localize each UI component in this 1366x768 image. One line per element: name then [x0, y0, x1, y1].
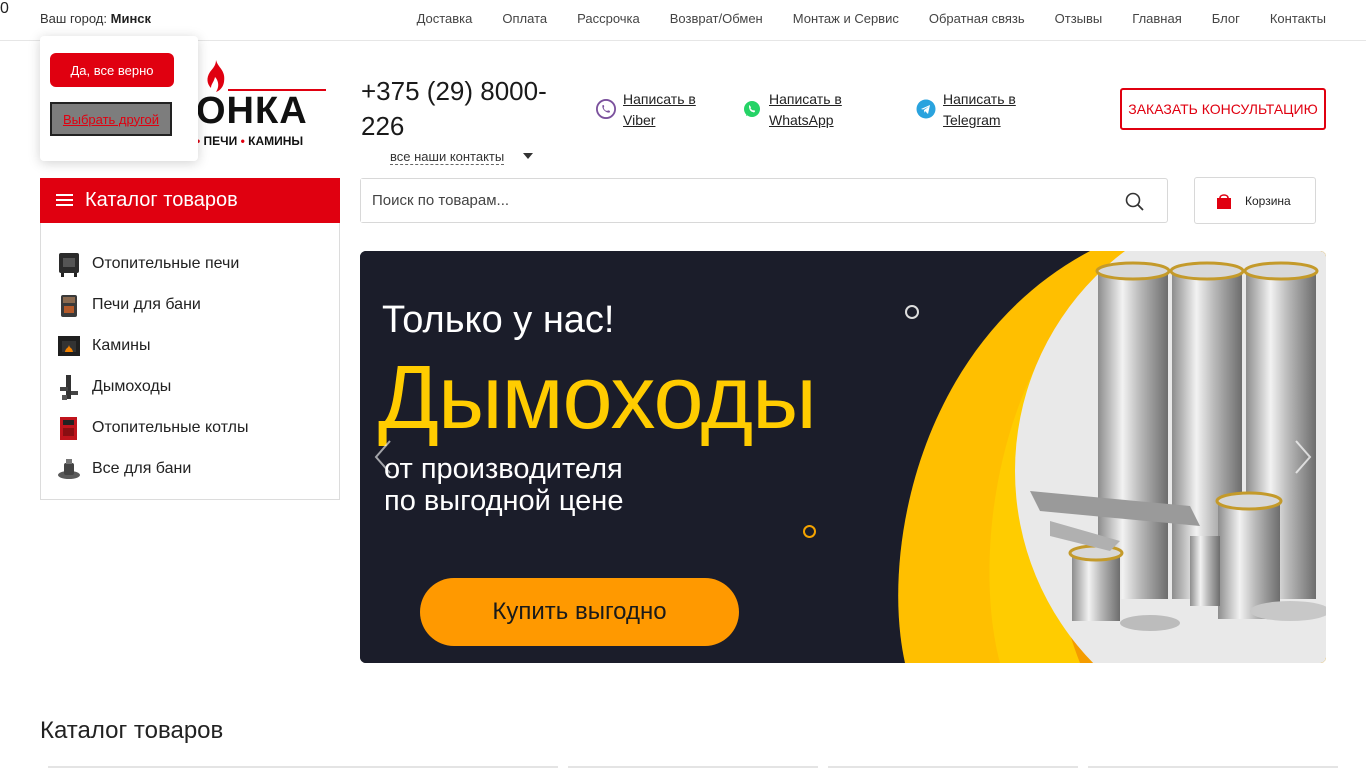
sauna-stove-icon: [56, 291, 82, 319]
menu-icon: [56, 194, 73, 207]
nav-delivery[interactable]: Доставка: [417, 11, 473, 26]
nav-payment[interactable]: Оплата: [502, 11, 547, 26]
catalog-item-boilers[interactable]: Отопительные котлы: [41, 407, 339, 448]
banner-tagline: Только у нас!: [382, 299, 615, 341]
chevron-right-icon[interactable]: [1290, 437, 1316, 477]
telegram-link[interactable]: Написать в Telegram: [916, 89, 1033, 131]
phone-number[interactable]: +375 (29) 8000-226: [361, 74, 561, 144]
site-logo[interactable]: ОНКА • ПЕЧИ • КАМИНЫ: [196, 60, 336, 150]
search-box: [360, 178, 1168, 223]
slider-dot[interactable]: [803, 525, 816, 538]
catalog-item-chimneys[interactable]: Дымоходы: [41, 366, 339, 407]
city-label: Ваш город:: [40, 11, 107, 26]
cart-button[interactable]: Корзина: [1194, 177, 1316, 224]
chimney-icon: [56, 373, 82, 401]
flame-icon: [207, 60, 225, 92]
catalog-item-label: Отопительные печи: [92, 254, 240, 272]
cart-label: Корзина: [1245, 193, 1291, 208]
catalog-item-fireplaces[interactable]: Камины: [41, 325, 339, 366]
nav-home[interactable]: Главная: [1132, 11, 1181, 26]
cart-icon: [1217, 193, 1231, 209]
nav-installation[interactable]: Монтаж и Сервис: [793, 11, 899, 26]
chevron-down-icon[interactable]: [523, 153, 533, 159]
catalog-item-sauna-goods[interactable]: Все для бани: [41, 448, 339, 489]
viber-label: Написать в Viber: [623, 91, 696, 128]
consultation-button[interactable]: ЗАКАЗАТЬ КОНСУЛЬТАЦИЮ: [1120, 88, 1326, 130]
logo-name: ОНКА: [196, 90, 308, 132]
slider-dot[interactable]: [905, 305, 919, 319]
telegram-label: Написать в Telegram: [943, 91, 1016, 128]
top-bar: Ваш город: Минск Доставка Оплата Рассроч…: [0, 0, 1366, 41]
buy-cta-button[interactable]: Купить выгодно: [420, 578, 739, 646]
promo-banner[interactable]: Только у нас! Дымоходы от производителя …: [360, 251, 1326, 663]
city-selector[interactable]: Ваш город: Минск: [40, 11, 151, 26]
fireplace-icon: [56, 332, 82, 360]
choose-other-city-button[interactable]: Выбрать другой: [50, 102, 172, 136]
top-nav: Доставка Оплата Рассрочка Возврат/Обмен …: [417, 11, 1326, 26]
nav-returns[interactable]: Возврат/Обмен: [670, 11, 763, 26]
catalog-item-sauna-stoves[interactable]: Печи для бани: [41, 284, 339, 325]
city-value[interactable]: Минск: [111, 11, 151, 26]
catalog-item-label: Печи для бани: [92, 295, 201, 313]
catalog-item-label: Камины: [92, 336, 151, 354]
nav-feedback[interactable]: Обратная связь: [929, 11, 1025, 26]
catalog-item-label: Отопительные котлы: [92, 418, 249, 436]
catalog-item-heating-stoves[interactable]: Отопительные печи: [41, 243, 339, 284]
whatsapp-link[interactable]: Написать в WhatsApp: [742, 89, 859, 131]
catalog-item-label: Все для бани: [92, 459, 192, 477]
stove-icon: [56, 250, 82, 278]
nav-blog[interactable]: Блог: [1212, 11, 1240, 26]
banner-title: Дымоходы: [378, 348, 817, 448]
chevron-left-icon[interactable]: [370, 437, 396, 477]
search-input[interactable]: [361, 179, 1101, 222]
catalog-title: Каталог товаров: [85, 189, 238, 211]
search-icon[interactable]: [1125, 192, 1145, 212]
viber-link[interactable]: Написать в Viber: [596, 89, 713, 131]
nav-reviews[interactable]: Отзывы: [1055, 11, 1103, 26]
whatsapp-label: Написать в WhatsApp: [769, 91, 842, 128]
all-contacts-link[interactable]: все наши контакты: [390, 149, 505, 165]
whatsapp-icon: [742, 99, 762, 119]
logo-tagline: • ПЕЧИ • КАМИНЫ: [196, 134, 304, 148]
confirm-city-button[interactable]: Да, все верно: [50, 53, 174, 87]
nav-contacts[interactable]: Контакты: [1270, 11, 1326, 26]
viber-icon: [596, 99, 616, 119]
catalog-header[interactable]: Каталог товаров: [40, 178, 340, 223]
catalog-item-label: Дымоходы: [92, 377, 172, 395]
sauna-goods-icon: [56, 455, 82, 483]
nav-installment[interactable]: Рассрочка: [577, 11, 640, 26]
telegram-icon: [916, 99, 936, 119]
catalog-section-title: Каталог товаров: [40, 717, 224, 744]
boiler-icon: [56, 414, 82, 442]
city-confirm-popup: Да, все верно Выбрать другой: [40, 36, 198, 161]
catalog-menu: Отопительные печи Печи для бани Камины Д…: [40, 223, 340, 500]
banner-subtitle: от производителя по выгодной цене: [384, 453, 624, 517]
